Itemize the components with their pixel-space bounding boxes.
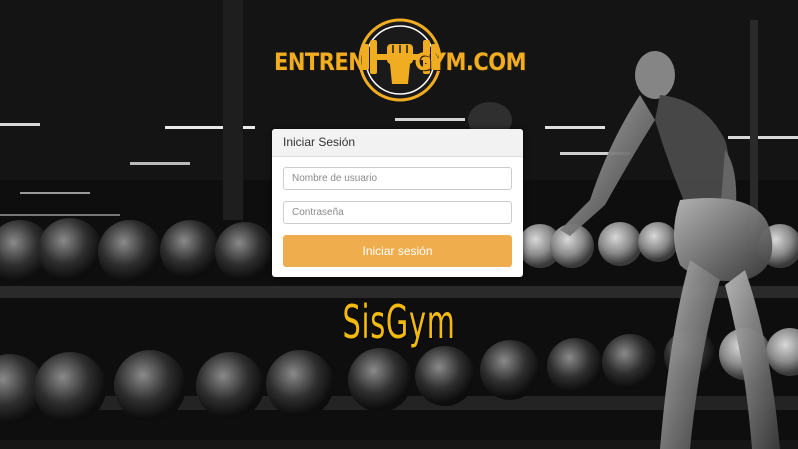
- app-brand-title: SisGym: [342, 296, 456, 350]
- login-page: ENTRENA GYM.COM Iniciar Sesión Iniciar s…: [0, 0, 798, 449]
- username-input[interactable]: [283, 167, 512, 190]
- logo-text-right: GYM.COM: [414, 48, 526, 76]
- login-button[interactable]: Iniciar sesión: [283, 235, 512, 267]
- login-panel-heading: Iniciar Sesión: [272, 129, 523, 157]
- login-form: Iniciar sesión: [272, 157, 523, 267]
- login-panel: Iniciar Sesión Iniciar sesión: [272, 129, 523, 277]
- password-input[interactable]: [283, 201, 512, 224]
- site-logo[interactable]: ENTRENA GYM.COM: [272, 18, 526, 102]
